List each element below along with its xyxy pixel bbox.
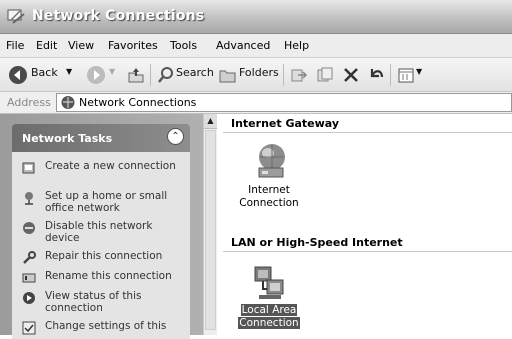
menu-bar: File Edit View Favorites Tools Advanced … xyxy=(0,34,512,58)
undo-icon[interactable] xyxy=(366,65,386,85)
disable-device-icon xyxy=(23,222,35,234)
back-arrow-icon[interactable] xyxy=(8,65,28,85)
group-divider xyxy=(223,132,512,133)
menu-advanced[interactable]: Advanced xyxy=(216,39,270,52)
menu-view[interactable]: View xyxy=(68,39,94,52)
network-tasks-title: Network Tasks xyxy=(22,132,113,145)
internet-connection-line2: Connection xyxy=(239,197,299,209)
copy-to-icon[interactable] xyxy=(316,65,334,85)
view-status-icon xyxy=(23,292,35,304)
folders-button-label[interactable]: Folders xyxy=(239,66,279,79)
views-dropdown-icon[interactable]: ▼ xyxy=(416,67,422,76)
group-header-lan: LAN or High-Speed Internet xyxy=(231,236,403,249)
task-label: Disable this network device xyxy=(45,220,153,244)
local-area-connection-line2: Connection xyxy=(238,317,300,329)
group-header-internet-gateway: Internet Gateway xyxy=(231,117,340,130)
task-label: Repair this connection xyxy=(45,250,163,262)
home-network-icon xyxy=(25,192,33,205)
change-settings-icon xyxy=(22,321,36,335)
network-tasks-panel: Network Tasks ⌃ Create a new connection … xyxy=(12,124,190,339)
task-label: Set up a home or small office network xyxy=(45,190,168,214)
folders-icon[interactable] xyxy=(219,65,237,85)
local-area-connection-label: Local Area Connection xyxy=(233,304,305,330)
delete-icon[interactable] xyxy=(342,65,360,85)
address-label: Address xyxy=(7,96,51,109)
collapse-chevron-icon[interactable]: ⌃ xyxy=(167,128,184,145)
menu-file[interactable]: File xyxy=(6,39,24,52)
scroll-up-arrow-icon[interactable]: ▲ xyxy=(204,114,217,129)
scrollbar-thumb[interactable] xyxy=(205,130,216,330)
window-title: Network Connections xyxy=(32,8,205,24)
local-area-connection-line1: Local Area xyxy=(240,304,298,316)
task-label: Change settings of this xyxy=(45,320,167,332)
menu-help[interactable]: Help xyxy=(284,39,309,52)
menu-tools[interactable]: Tools xyxy=(170,39,197,52)
search-icon[interactable] xyxy=(157,65,175,85)
task-pane: Network Tasks ⌃ Create a new connection … xyxy=(0,114,203,339)
internet-gateway-icon xyxy=(258,144,285,178)
toolbar: Back ▼ ▼ Search Folders ▼ xyxy=(0,58,512,92)
forward-arrow-icon[interactable] xyxy=(86,65,106,85)
new-connection-icon xyxy=(22,162,35,174)
views-icon[interactable] xyxy=(397,65,415,85)
move-to-icon[interactable] xyxy=(290,65,308,85)
content-pane: Internet Gateway Internet Connection LAN… xyxy=(217,114,512,335)
vertical-scrollbar[interactable]: ▲ xyxy=(203,114,217,335)
internet-connection-label: Internet Connection xyxy=(233,184,305,210)
back-button-label[interactable]: Back xyxy=(31,66,58,79)
address-bar: Address Network Connections xyxy=(0,92,512,114)
task-label: View status of this connection xyxy=(45,290,142,314)
title-bar: Network Connections xyxy=(0,0,512,34)
forward-dropdown-icon[interactable]: ▼ xyxy=(109,67,115,76)
address-value: Network Connections xyxy=(79,96,197,109)
task-label: Rename this connection xyxy=(45,270,172,282)
search-button-label[interactable]: Search xyxy=(176,66,214,79)
internet-connection-line1: Internet xyxy=(248,184,290,196)
lan-connection-icon xyxy=(254,266,284,299)
menu-edit[interactable]: Edit xyxy=(36,39,57,52)
network-tasks-header[interactable]: Network Tasks ⌃ xyxy=(12,124,190,152)
network-connections-icon xyxy=(61,96,75,109)
rename-icon xyxy=(22,273,36,283)
repair-wrench-icon xyxy=(23,251,36,264)
menu-favorites[interactable]: Favorites xyxy=(108,39,158,52)
task-label: Create a new connection xyxy=(45,160,176,172)
back-dropdown-icon[interactable]: ▼ xyxy=(66,67,72,76)
up-folder-icon[interactable] xyxy=(126,65,146,85)
group-divider xyxy=(223,251,512,252)
address-field[interactable]: Network Connections xyxy=(56,93,512,112)
network-connections-app-icon xyxy=(7,9,25,24)
